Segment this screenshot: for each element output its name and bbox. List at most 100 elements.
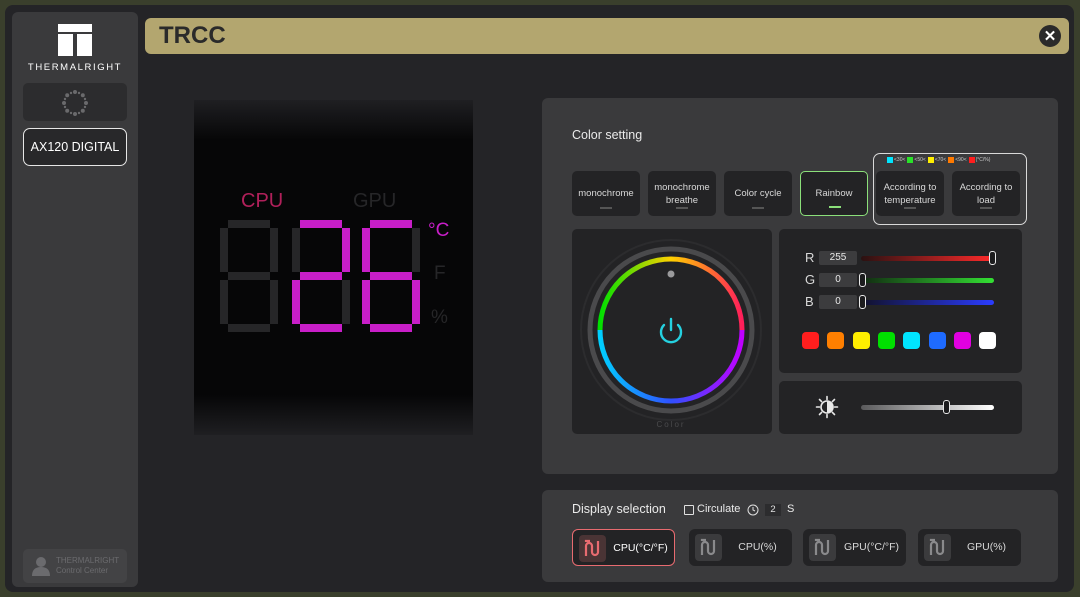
segment-a [300, 220, 342, 228]
display-cpu-temp-button[interactable]: CPU(°C/°F) [572, 529, 675, 566]
r-slider-knob[interactable] [989, 251, 996, 265]
clock-icon [747, 504, 759, 516]
legend-text: <90< [955, 157, 967, 163]
segment-c [270, 280, 278, 324]
legend-text: <50< [914, 157, 926, 163]
brightness-slider-knob[interactable] [943, 400, 951, 414]
legend-text: (°C/%) [975, 157, 991, 163]
app-window: THERMALRIGHT AX120 DIGITAL THERMALRIGHT … [5, 5, 1074, 592]
segment-e [220, 280, 228, 324]
b-slider[interactable] [861, 300, 994, 305]
control-center-label: THERMALRIGHT Control Center [56, 556, 119, 576]
segment-g [228, 272, 270, 280]
mode-label: Color cycle [734, 188, 782, 199]
display-option-label: GPU(%) [966, 541, 1007, 553]
segment-d [228, 324, 270, 332]
b-slider-knob[interactable] [859, 295, 866, 309]
interval-input[interactable]: 2 [765, 504, 781, 516]
mode-label: Rainbow [815, 188, 853, 199]
display-gpu-temp-button[interactable]: GPU(°C/°F) [803, 529, 906, 566]
segment-a [228, 220, 270, 228]
legend-swatch [968, 157, 975, 163]
display-mode-icon [579, 535, 606, 562]
percent-unit: % [431, 307, 448, 328]
brightness-icon [815, 395, 839, 419]
display-option-label: CPU(°C/°F) [613, 542, 668, 554]
power-icon [659, 317, 683, 344]
mode-label: According to temperature [883, 181, 937, 206]
g-value-input[interactable]: 0 [819, 273, 857, 287]
segment-a [370, 220, 412, 228]
color-setting-panel: Color setting <30< <50< <70< <90< (°C/%) mon… [542, 98, 1058, 474]
title-bar: TRCC ✕ [145, 18, 1069, 54]
display-mode-icon [695, 534, 722, 561]
brightness-panel [779, 381, 1022, 434]
b-value-input[interactable]: 0 [819, 295, 857, 309]
display-cpu-load-button[interactable]: CPU(%) [689, 529, 792, 566]
mode-monochrome-breathe-button[interactable]: monochrome breathe [648, 171, 716, 216]
mode-load-button[interactable]: According to load [952, 171, 1020, 216]
loading-spinner-icon [62, 90, 88, 116]
segment-e [362, 280, 370, 324]
r-slider[interactable] [861, 256, 994, 261]
segment-f [362, 228, 370, 272]
fahrenheit-unit: F [434, 263, 446, 284]
segment-g [300, 272, 342, 280]
segment-f [292, 228, 300, 272]
segment-b [270, 228, 278, 272]
color-swatch[interactable] [928, 332, 946, 349]
legend-swatch [907, 157, 914, 163]
mode-color-cycle-button[interactable]: Color cycle [724, 171, 792, 216]
color-swatch[interactable] [802, 332, 819, 349]
display-mode-icon [924, 534, 951, 561]
color-setting-label: Color setting [572, 128, 643, 142]
control-center-button[interactable]: THERMALRIGHT Control Center [23, 549, 127, 583]
display-option-label: CPU(%) [738, 541, 777, 553]
g-slider-knob[interactable] [859, 273, 866, 287]
color-swatch[interactable] [877, 332, 895, 349]
segment-digits [220, 220, 420, 332]
control-center-brand: THERMALRIGHT [56, 556, 120, 565]
g-label: G [805, 272, 816, 287]
display-option-label: GPU(°C/°F) [843, 541, 900, 553]
segment-b [342, 228, 350, 272]
color-swatch[interactable] [852, 332, 870, 349]
segment-d [370, 324, 412, 332]
segment-d [300, 324, 342, 332]
device-scan-button[interactable] [23, 83, 127, 121]
color-swatch[interactable] [903, 332, 921, 349]
rgb-panel: R 255 G 0 B 0 [779, 229, 1022, 373]
celsius-unit: °C [428, 220, 450, 241]
mode-rainbow-button[interactable]: Rainbow [800, 171, 868, 216]
color-wheel-panel: Color [572, 229, 772, 434]
mode-temperature-button[interactable]: According to temperature [876, 171, 944, 216]
wheel-caption: Color [656, 420, 685, 429]
temperature-legend: <30< <50< <70< <90< (°C/%) [885, 157, 990, 163]
legend-text: <70< [934, 157, 947, 163]
circulate-checkbox[interactable] [684, 505, 694, 515]
segment-f [220, 228, 228, 272]
g-slider[interactable] [861, 278, 994, 283]
control-center-text: Control Center [56, 566, 109, 575]
legend-swatch [927, 157, 934, 163]
mode-label: monochrome breathe [654, 181, 710, 206]
close-button[interactable]: ✕ [1039, 25, 1061, 47]
device-ax120-digital-button[interactable]: AX120 DIGITAL [23, 128, 127, 166]
segment-c [342, 280, 350, 324]
display-preview: CPU GPU °C F % [194, 100, 473, 435]
r-label: R [805, 250, 815, 265]
color-swatch[interactable] [979, 332, 997, 349]
display-selection-panel: Display selection Circulate 2 S CPU(°C/°… [542, 490, 1058, 582]
legend-text: <30< [894, 157, 906, 163]
color-swatch[interactable] [827, 332, 845, 349]
circulate-label: Circulate [697, 503, 741, 515]
display-gpu-load-button[interactable]: GPU(%) [918, 529, 1021, 566]
color-swatch[interactable] [953, 332, 971, 349]
segment-c [412, 280, 420, 324]
mode-monochrome-button[interactable]: monochrome [572, 171, 640, 216]
close-icon: ✕ [1043, 28, 1057, 45]
color-wheel[interactable]: Color [572, 229, 772, 434]
legend-swatch [887, 157, 893, 163]
brightness-slider[interactable] [861, 405, 994, 410]
r-value-input[interactable]: 255 [819, 251, 857, 265]
